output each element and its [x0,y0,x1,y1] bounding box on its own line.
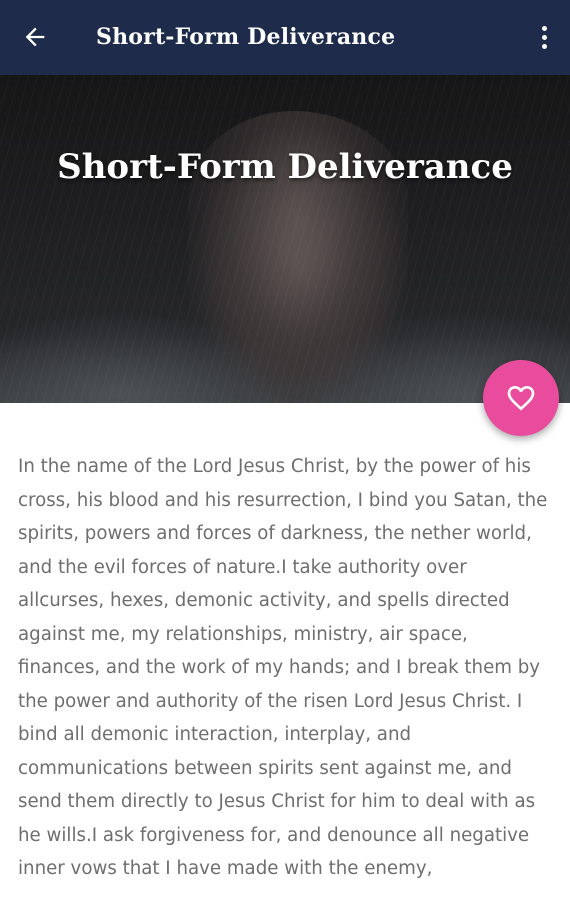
overflow-menu-button[interactable] [532,20,556,54]
app-screen: Short-Form Deliverance Short-Form Delive… [0,0,570,900]
rain-overlay [0,75,570,403]
app-bar-title: Short-Form Deliverance [96,24,396,50]
back-button[interactable] [18,20,52,54]
hero-title: Short-Form Deliverance [57,147,513,187]
favorite-button[interactable] [483,360,559,436]
app-bar: Short-Form Deliverance [0,0,570,75]
more-vert-icon [541,25,547,31]
hero-image: Short-Form Deliverance [0,75,570,403]
prayer-text: In the name of the Lord Jesus Christ, by… [18,456,548,879]
arrow-back-icon [25,27,45,47]
heart-outline-icon [507,386,535,411]
